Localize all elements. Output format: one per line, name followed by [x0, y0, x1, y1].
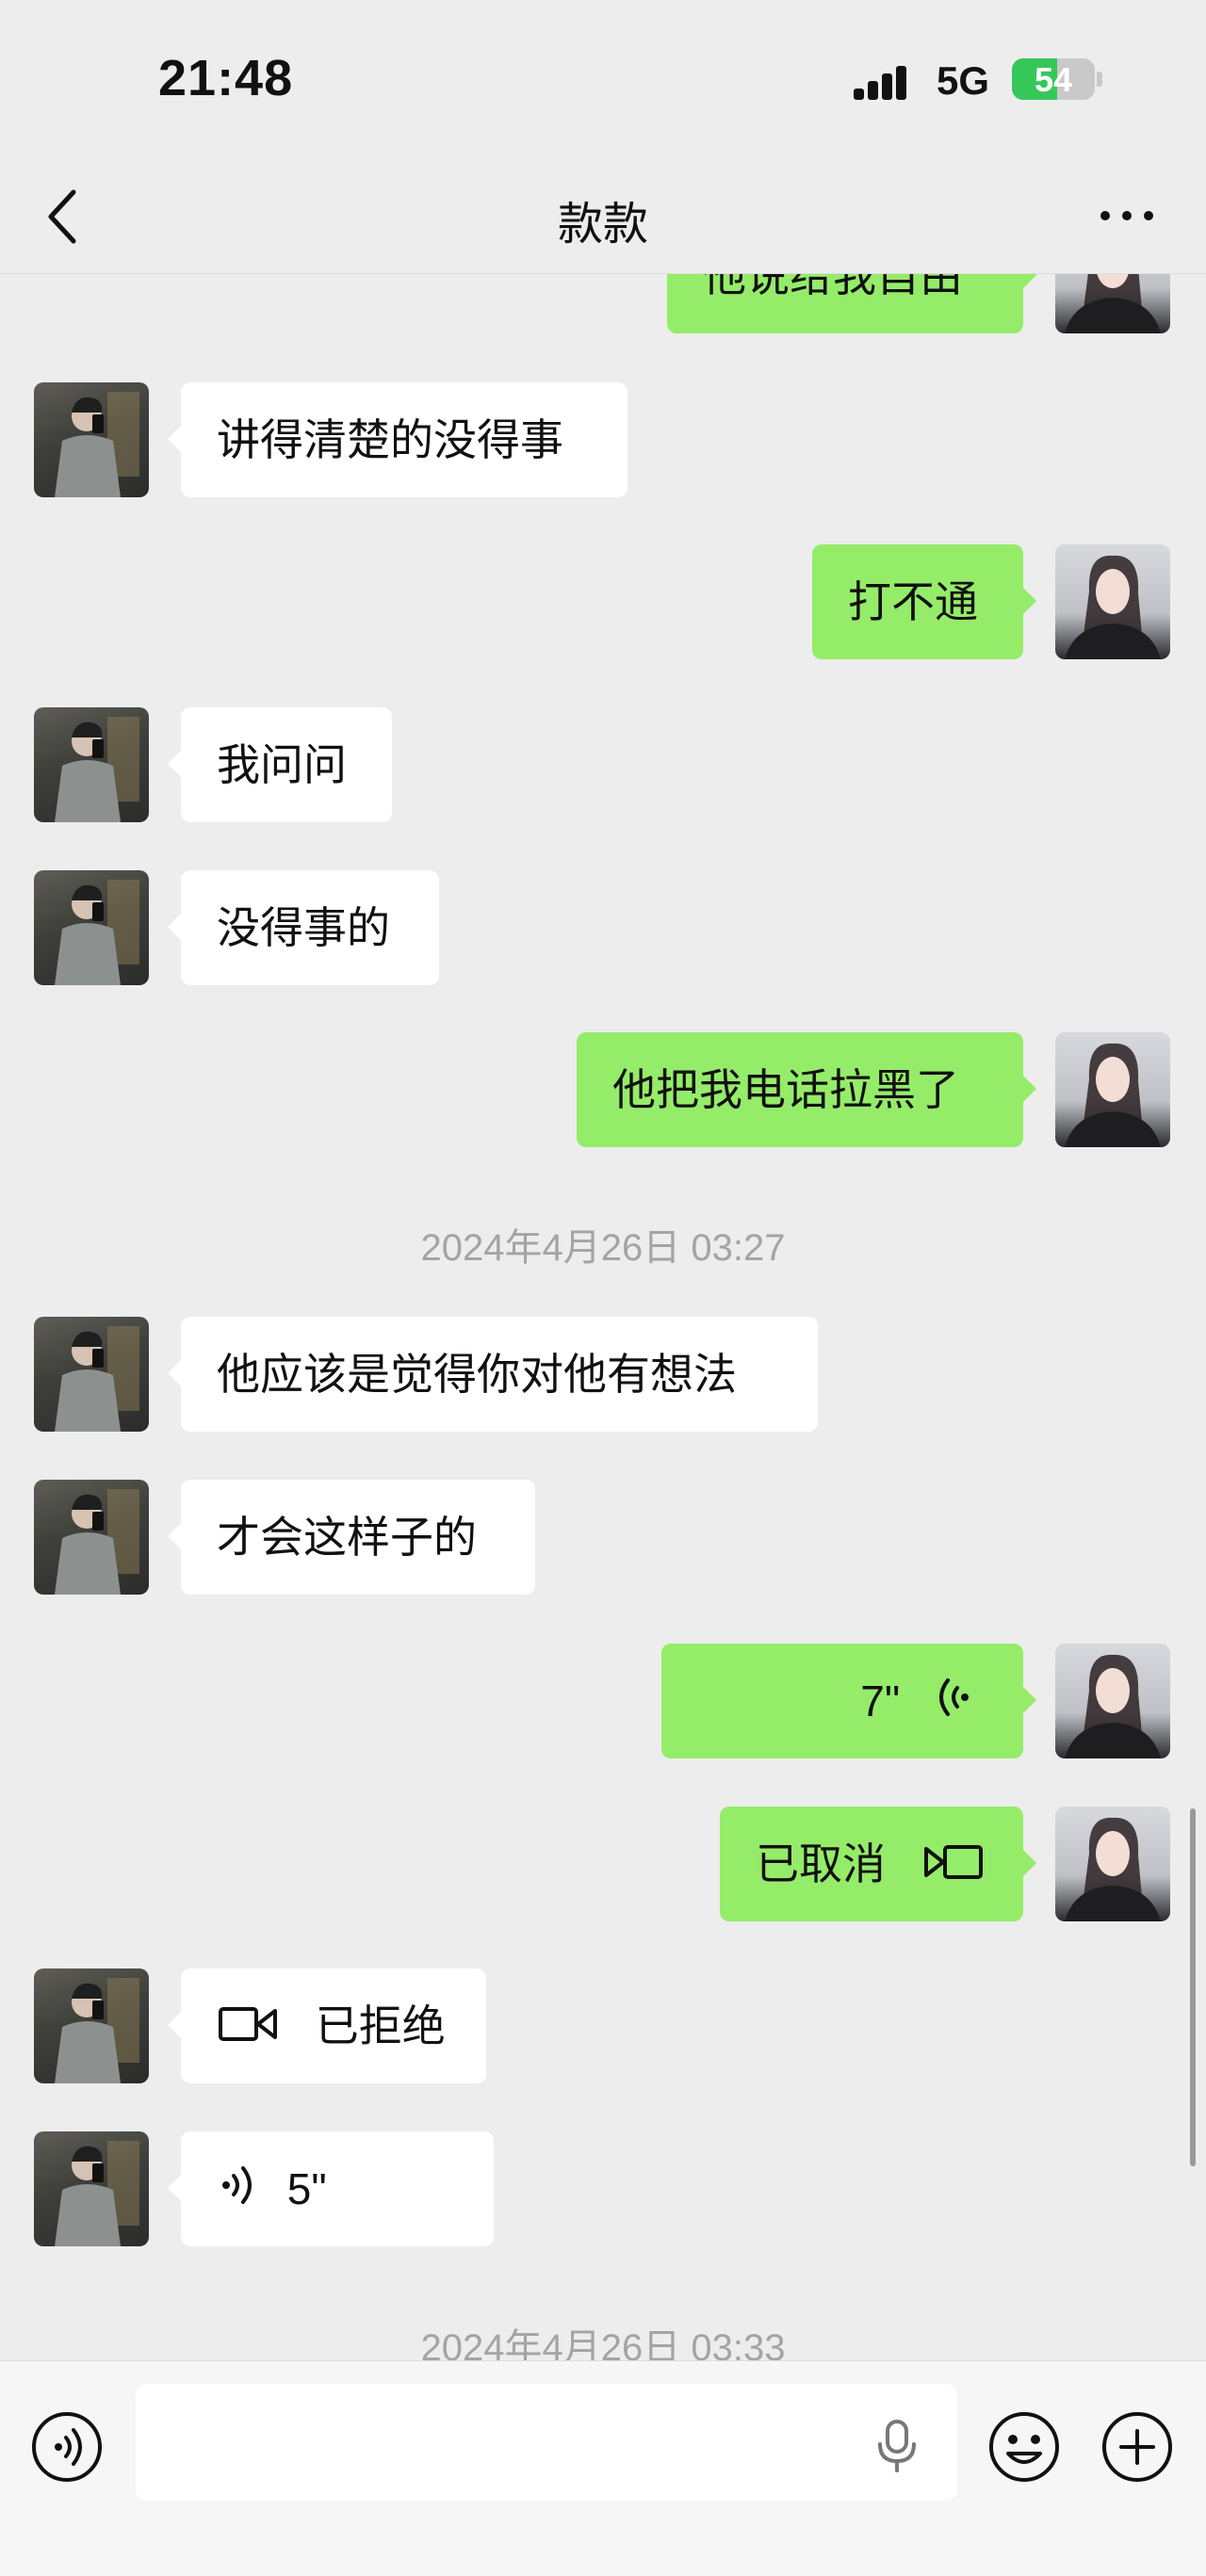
- avatar-contact[interactable]: [34, 1317, 149, 1432]
- call-status: 已拒绝: [315, 2001, 446, 2050]
- scrollbar[interactable]: [1190, 1808, 1196, 2166]
- message-row: 他应该是觉得你对他有想法: [0, 1317, 1206, 1432]
- more-dots-icon[interactable]: [1097, 192, 1157, 239]
- battery-tip: [1097, 72, 1102, 87]
- avatar-self[interactable]: [1055, 274, 1170, 333]
- status-time: 21:48: [158, 50, 294, 106]
- network-label: 5G: [937, 58, 990, 103]
- message-row: 已取消: [0, 1806, 1206, 1921]
- avatar-contact[interactable]: [34, 1968, 149, 2083]
- avatar-contact[interactable]: [34, 707, 149, 822]
- message-row: 他把我电话拉黑了: [0, 1032, 1206, 1147]
- avatar-contact[interactable]: [34, 2131, 149, 2246]
- plus-icon[interactable]: [1100, 2410, 1174, 2484]
- battery-icon: 54: [1012, 58, 1095, 100]
- status-bar: 21:48 5G 54: [0, 0, 1206, 160]
- avatar-self[interactable]: [1055, 544, 1170, 659]
- message-row: 打不通: [0, 544, 1206, 659]
- voice-duration: 5": [286, 2164, 327, 2213]
- timestamp: 2024年4月26日 03:27: [420, 1227, 786, 1269]
- chat-title: 款款: [557, 200, 648, 250]
- voice-mode-icon[interactable]: [30, 2410, 104, 2484]
- voice-message-bubble[interactable]: 7": [661, 1644, 1036, 1758]
- microphone-icon[interactable]: [872, 2418, 921, 2474]
- message-bubble[interactable]: 打不通: [812, 544, 1036, 659]
- voice-wave-icon: [217, 2135, 258, 2250]
- avatar-self[interactable]: [1055, 1644, 1170, 1758]
- call-status: 已取消: [756, 1839, 886, 1888]
- message-row: 讲得清楚的没得事: [0, 382, 1206, 497]
- message-bubble[interactable]: 没得事的: [168, 870, 439, 985]
- timestamp: 2024年4月26日 03:33: [420, 2327, 786, 2360]
- message-row: 7": [0, 1644, 1206, 1758]
- avatar-self[interactable]: [1055, 1806, 1170, 1921]
- avatar-contact[interactable]: [34, 1480, 149, 1595]
- input-bar: [0, 2360, 1206, 2576]
- message-row: 5": [0, 2131, 1206, 2246]
- call-message-bubble[interactable]: 已拒绝: [168, 1968, 486, 2083]
- voice-wave-icon: [933, 1647, 974, 1762]
- avatar-self[interactable]: [1055, 1032, 1170, 1147]
- voice-duration: 7": [860, 1677, 901, 1725]
- message-bubble[interactable]: 才会这样子的: [168, 1480, 535, 1595]
- message-bubble[interactable]: 他把我电话拉黑了: [577, 1032, 1036, 1147]
- chat-header: 款款: [0, 160, 1206, 274]
- message-row: 他说给我自由: [0, 274, 1206, 333]
- battery-percent: 54: [1034, 60, 1073, 99]
- message-bubble[interactable]: 他应该是觉得你对他有想法: [168, 1317, 818, 1432]
- avatar-contact[interactable]: [34, 870, 149, 985]
- emoji-icon[interactable]: [987, 2410, 1061, 2484]
- message-input[interactable]: [136, 2384, 957, 2501]
- voice-message-bubble[interactable]: 5": [168, 2131, 494, 2246]
- message-list[interactable]: 他说给我自由 讲得清楚的没得事 打不通 我问问 没得事的 他把我电话拉黑了 20…: [0, 274, 1206, 2360]
- message-row: 我问问: [0, 707, 1206, 822]
- message-row: 已拒绝: [0, 1968, 1206, 2083]
- message-bubble[interactable]: 他说给我自由: [667, 274, 1036, 333]
- avatar-contact[interactable]: [34, 382, 149, 497]
- message-bubble[interactable]: 我问问: [168, 707, 392, 822]
- message-row: 没得事的: [0, 870, 1206, 985]
- signal-icon: [854, 62, 920, 100]
- message-bubble[interactable]: 讲得清楚的没得事: [168, 382, 627, 497]
- message-row: 才会这样子的: [0, 1480, 1206, 1595]
- call-message-bubble[interactable]: 已取消: [720, 1806, 1036, 1921]
- video-call-icon: [217, 1972, 279, 2087]
- video-call-icon: [922, 1810, 985, 1925]
